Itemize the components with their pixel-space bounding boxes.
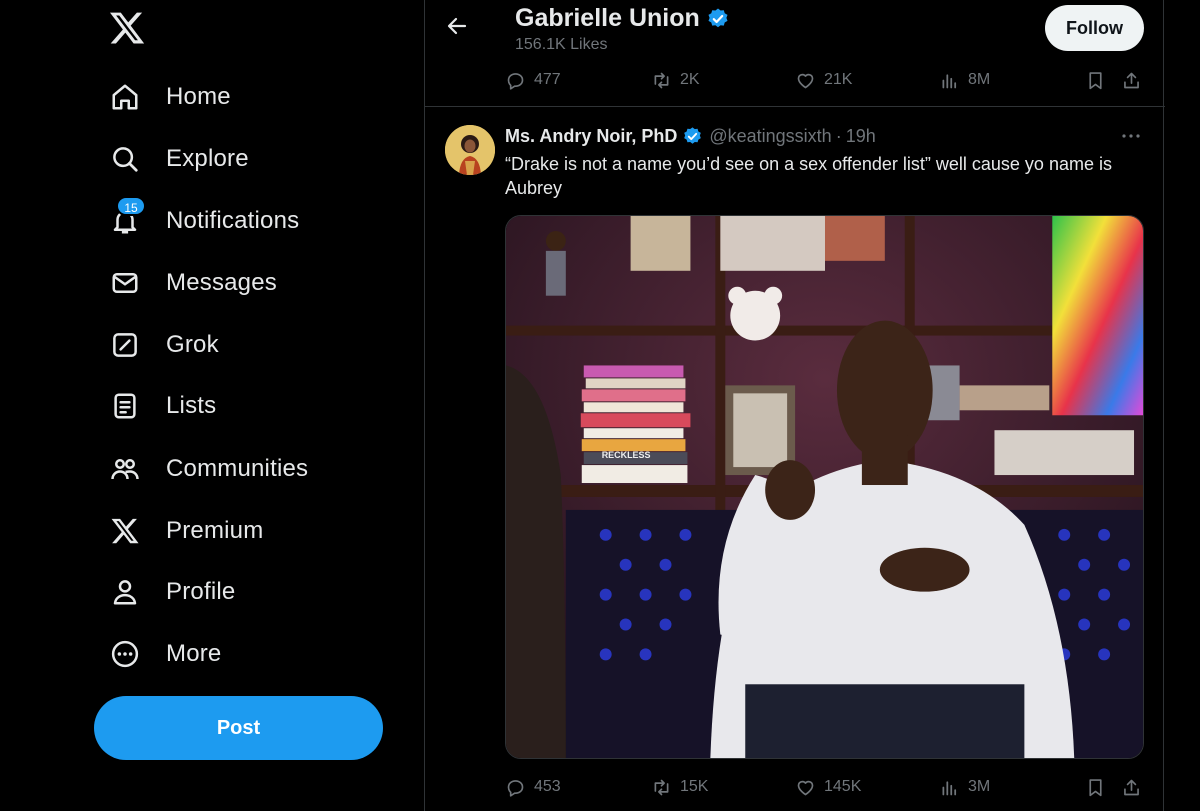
reply-count: 477: [534, 71, 561, 88]
envelope-icon: [108, 266, 142, 300]
views-count: 8M: [968, 71, 991, 88]
more-circle-icon: [108, 637, 142, 671]
reply-button[interactable]: 453: [505, 772, 561, 802]
share-button[interactable]: [1121, 65, 1142, 95]
likes-count: 156.1K Likes: [515, 36, 608, 53]
share-icon: [1124, 72, 1139, 88]
follow-button[interactable]: Follow: [1045, 5, 1144, 51]
sidebar-item-label: More: [166, 640, 222, 667]
profile-name: Gabrielle Union: [515, 4, 700, 32]
bookmark-button[interactable]: [1085, 65, 1106, 95]
sidebar-item-grok[interactable]: Grok: [108, 323, 219, 367]
sidebar-item-home[interactable]: Home: [108, 75, 231, 119]
reply-icon: [507, 779, 524, 797]
views-icon: [942, 73, 957, 88]
more-horizontal-icon[interactable]: [1117, 124, 1145, 148]
sidebar-item-messages[interactable]: Messages: [108, 261, 277, 305]
share-button[interactable]: [1121, 772, 1142, 802]
sidebar-item-lists[interactable]: Lists: [108, 384, 216, 428]
views-count: 3M: [968, 778, 991, 795]
search-icon: [108, 142, 142, 176]
arrow-left-icon[interactable]: [445, 14, 473, 42]
heart-icon: [797, 73, 814, 88]
repost-icon: [654, 779, 669, 795]
page-title: Gabrielle Union: [515, 4, 730, 33]
sidebar-item-explore[interactable]: Explore: [108, 137, 249, 181]
sidebar-item-premium[interactable]: Premium: [108, 509, 263, 553]
like-count: 21K: [824, 71, 853, 88]
tweet-text: “Drake is not a name you’d see on a sex …: [505, 154, 1112, 198]
notification-badge: 15: [116, 196, 146, 216]
sidebar-item-label: Lists: [166, 392, 217, 419]
bookmark-icon: [1089, 71, 1102, 89]
views-icon: [942, 780, 957, 795]
main-column: Gabrielle Union 156.1K Likes Follow 477 …: [424, 0, 1165, 811]
repost-button[interactable]: 2K: [651, 65, 700, 95]
previous-tweet-actions: 477 2K 21K 8M: [505, 65, 1145, 95]
sidebar-item-label: Home: [166, 83, 231, 110]
reply-button[interactable]: 477: [505, 65, 561, 95]
bookmark-icon: [1089, 778, 1102, 796]
repost-icon: [654, 72, 669, 88]
heart-icon: [797, 780, 814, 795]
repost-count: 15K: [680, 778, 709, 795]
like-button[interactable]: 145K: [795, 772, 861, 802]
repost-button[interactable]: 15K: [651, 772, 708, 802]
sidebar-item-more[interactable]: More: [108, 632, 221, 676]
x-logo-icon[interactable]: [108, 9, 146, 47]
tweet-header: Ms. Andry Noir, PhD @keatingssixth · 19h: [505, 124, 876, 148]
people-icon: [108, 452, 142, 486]
sidebar: Home Explore 15 Notifications Messages G…: [0, 0, 424, 811]
sidebar-item-label: Notifications: [166, 207, 300, 234]
sidebar-item-label: Explore: [166, 145, 249, 172]
separator-dot: ·: [835, 125, 842, 146]
sidebar-item-label: Profile: [166, 578, 236, 605]
verified-badge-icon: [684, 126, 702, 144]
avatar[interactable]: [445, 125, 495, 175]
sidebar-item-notifications[interactable]: 15 Notifications: [108, 196, 300, 243]
views-button[interactable]: 3M: [939, 772, 990, 802]
sidebar-item-label: Messages: [166, 269, 277, 296]
reply-count: 453: [534, 778, 561, 795]
repost-count: 2K: [680, 71, 700, 88]
list-icon: [108, 389, 142, 423]
sidebar-item-communities[interactable]: Communities: [108, 447, 308, 491]
bell-icon: 15: [108, 196, 146, 238]
views-button[interactable]: 8M: [939, 65, 990, 95]
tweet-media[interactable]: RECKLESS: [505, 215, 1144, 759]
like-button[interactable]: 21K: [795, 65, 852, 95]
x-logo-icon: [108, 514, 142, 548]
sidebar-item-label: Premium: [166, 517, 264, 544]
like-count: 145K: [824, 778, 862, 795]
tweet-timestamp[interactable]: 19h: [846, 126, 876, 147]
person-icon: [108, 575, 142, 609]
reply-icon: [507, 72, 524, 90]
media-book-label: RECKLESS: [602, 450, 651, 460]
author-name[interactable]: Ms. Andry Noir, PhD: [505, 126, 677, 147]
bookmark-button[interactable]: [1085, 772, 1106, 802]
home-icon: [108, 80, 142, 114]
share-icon: [1124, 779, 1139, 795]
sidebar-item-label: Grok: [166, 331, 219, 358]
verified-badge-icon: [708, 8, 728, 27]
divider: [425, 106, 1165, 107]
post-button[interactable]: Post: [94, 696, 383, 760]
grok-icon: [108, 328, 142, 362]
sidebar-item-profile[interactable]: Profile: [108, 570, 235, 614]
sidebar-item-label: Communities: [166, 455, 309, 482]
tweet-actions: 453 15K 145K 3M: [505, 772, 1145, 802]
author-handle[interactable]: @keatingssixth: [709, 126, 831, 147]
